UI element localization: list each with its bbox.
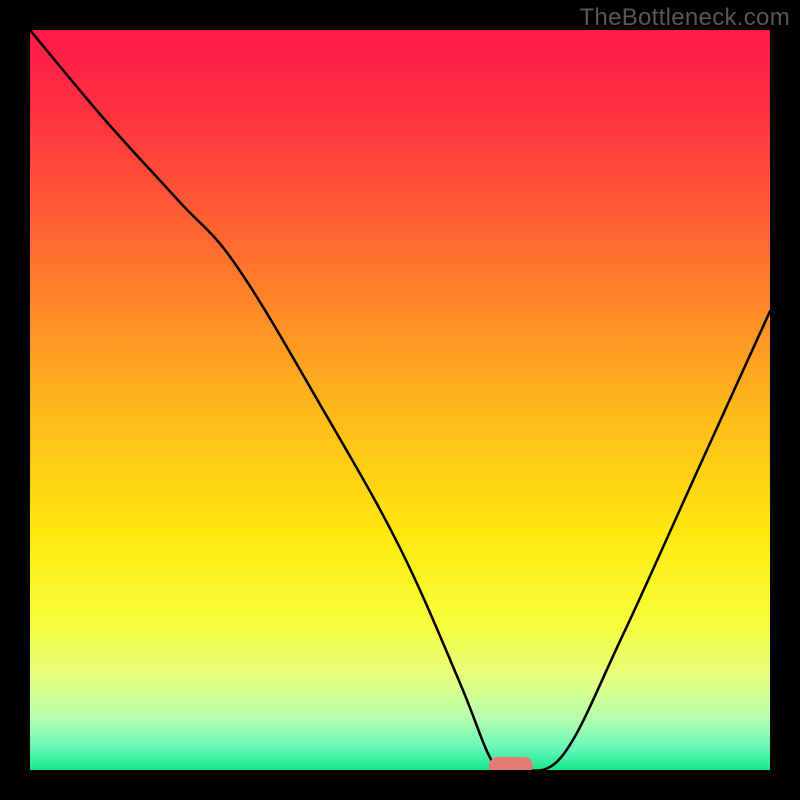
optimal-marker: [489, 757, 533, 770]
chart-frame: TheBottleneck.com: [0, 0, 800, 800]
watermark-text: TheBottleneck.com: [579, 4, 790, 32]
curve-layer: [30, 30, 770, 770]
bottleneck-curve-path: [30, 30, 770, 770]
plot-area: [30, 30, 770, 770]
